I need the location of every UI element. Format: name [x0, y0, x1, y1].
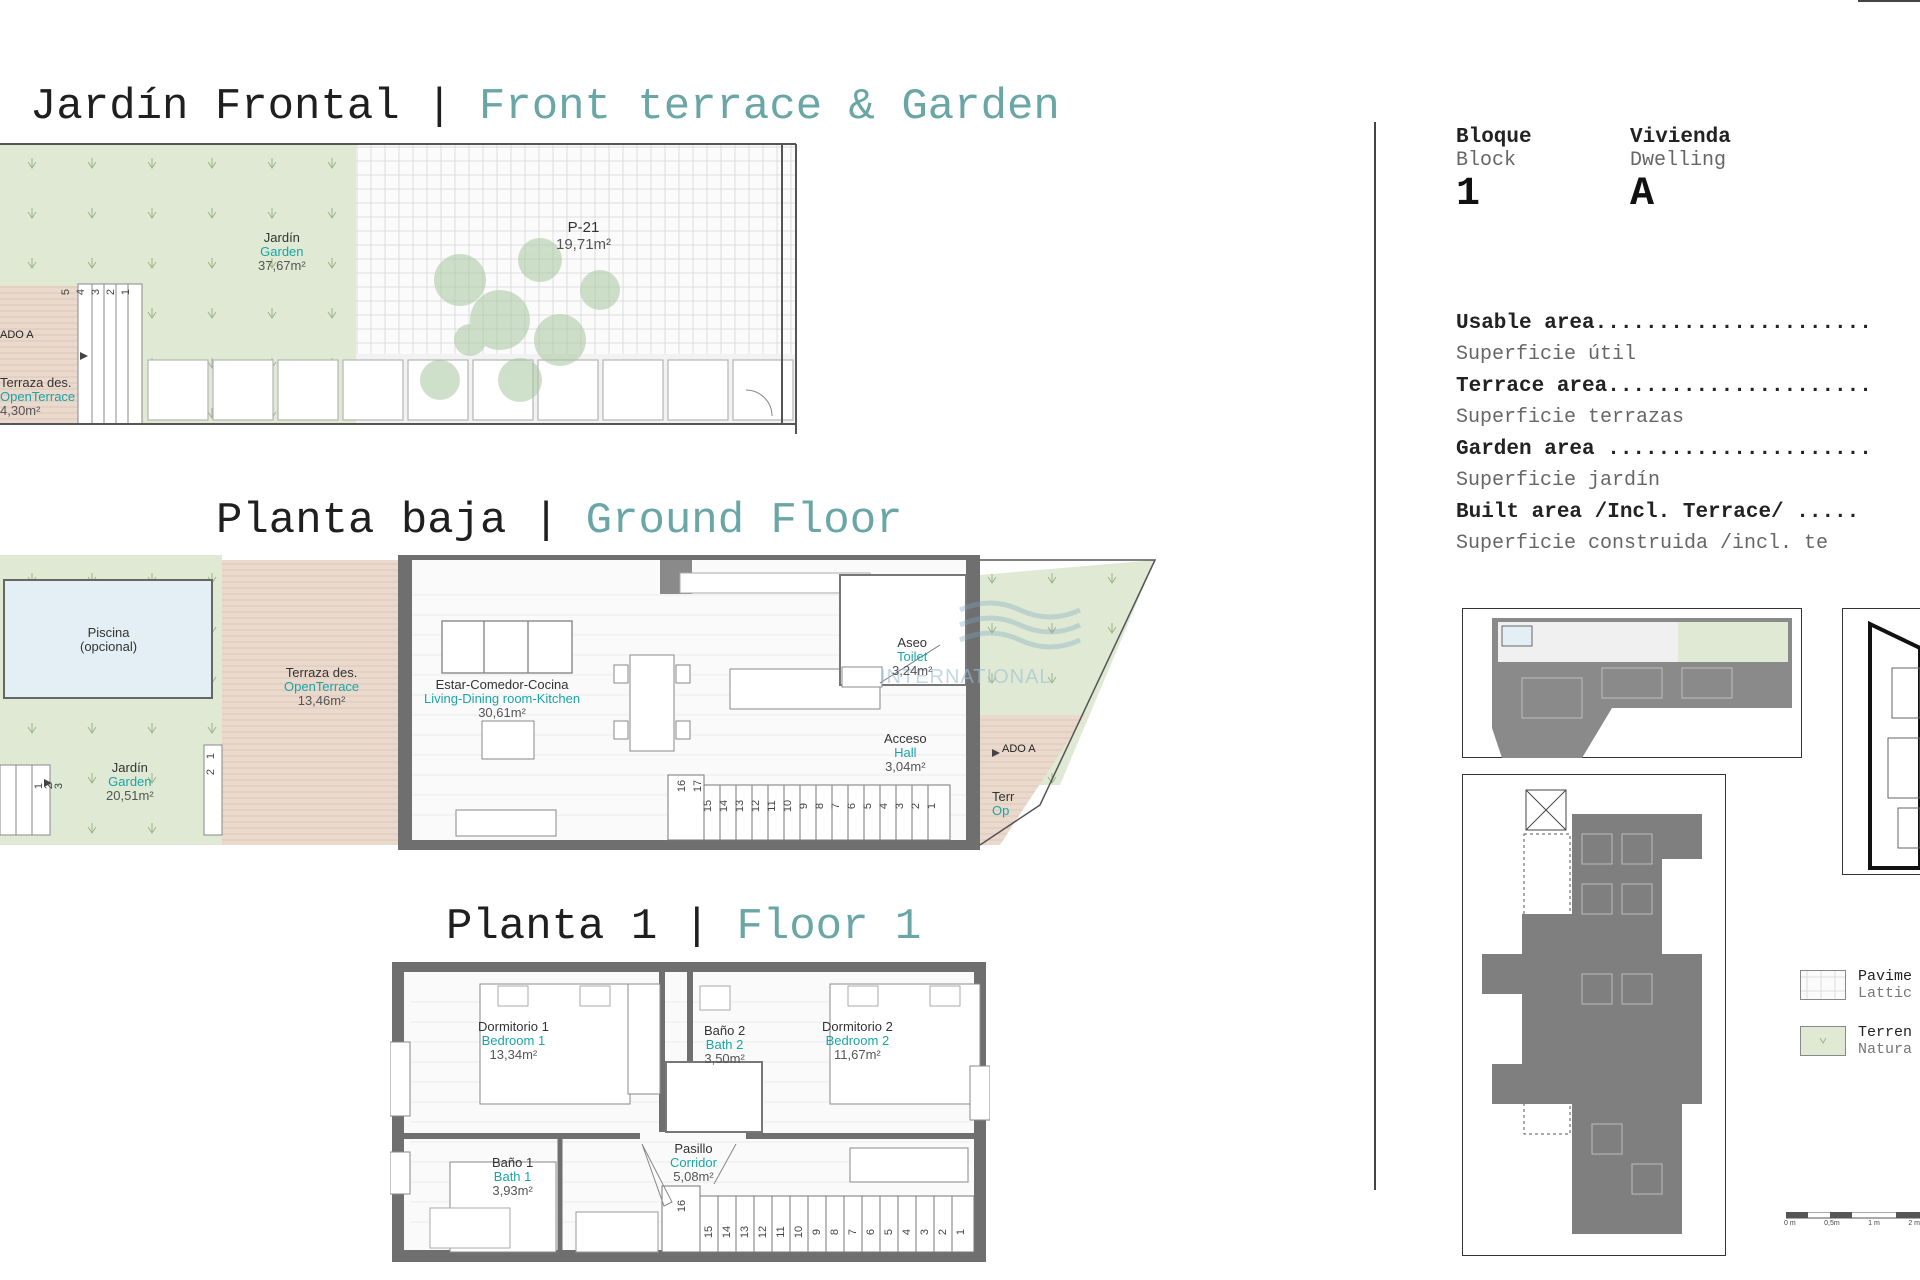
- side-step-numbers: 1 2: [205, 752, 218, 776]
- wardrobe-1: [627, 983, 661, 1095]
- building-plan-thumbnail: [1462, 774, 1726, 1256]
- built-area-row: Built area /Incl. Terrace/ .....: [1456, 501, 1860, 524]
- front-step-numbers: 5 4 3 2 1: [60, 288, 132, 296]
- scale-labels: 0 m 0,5m 1 m 2 m: [1784, 1220, 1920, 1227]
- block-heading: Bloque: [1456, 126, 1532, 149]
- sofa: [441, 620, 573, 674]
- front-terrace-label: Terraza des. OpenTerrace 4,30m²: [0, 375, 76, 418]
- dwelling-subheading: Dwelling: [1630, 149, 1727, 172]
- right-terrace: [980, 715, 1085, 845]
- garden-steps: [0, 764, 51, 836]
- legend: Pavime Lattic Terren Natura: [1800, 968, 1912, 1058]
- corner-mark: [1858, 0, 1920, 2]
- bedroom1-label: Dormitorio 1 Bedroom 1 13,34m²: [478, 1019, 549, 1062]
- grass-swatch-icon: [1800, 1026, 1846, 1056]
- p21-label: P-21 19,71m²: [556, 219, 612, 253]
- usable-area-row: Usable area......................: [1456, 312, 1872, 335]
- front-access-label: ADO A: [0, 329, 34, 341]
- front-steps: [77, 283, 143, 425]
- bedroom2-label: Dormitorio 2 Bedroom 2 11,67m²: [822, 1019, 893, 1062]
- lattice-swatch-icon: [1800, 970, 1846, 1000]
- legend-item-lattice: Pavime Lattic: [1800, 968, 1912, 1002]
- ground-stair-top-numbers: 16 17: [676, 779, 705, 793]
- coffee-table: [481, 720, 535, 760]
- bath1-label: Baño 1 Bath 1 3,93m²: [492, 1155, 534, 1198]
- terrace-area-es: Superficie terrazas: [1456, 406, 1685, 429]
- wardrobe-2: [849, 1147, 969, 1183]
- ground-access-label: ADO A: [1002, 743, 1036, 755]
- front-garden-label: Jardín Garden 37,67m²: [258, 230, 306, 273]
- bath-2-fixtures: [665, 1061, 763, 1133]
- garden-step-numbers: 1 2 3: [33, 782, 66, 790]
- living-label: Estar-Comedor-Cocina Living-Dining room-…: [424, 677, 581, 720]
- block-subheading: Block: [1456, 149, 1517, 172]
- pool-label: Piscina (opcional): [80, 625, 138, 654]
- dwelling-info: Vivienda Dwelling A: [1630, 126, 1731, 217]
- legend-item-grass: Terren Natura: [1800, 1024, 1912, 1058]
- terrace-area-row: Terrace area.....................: [1456, 375, 1872, 398]
- floor1-stair-numbers: 15 14 13 12 11 10 9 8 7 6 5 4 3 2 1: [703, 1225, 967, 1239]
- vertical-divider: [1374, 122, 1376, 1190]
- built-area-es: Superficie construida /incl. te: [1456, 532, 1829, 555]
- site-plan-thumbnail: [1842, 608, 1920, 875]
- ground-garden-label: Jardín Garden 20,51m²: [106, 760, 154, 803]
- bath2-label: Baño 2 Bath 2 3,50m²: [704, 1023, 746, 1066]
- front-garden-title: Jardín Frontal | Front terrace & Garden: [30, 82, 1060, 132]
- garden-area-es: Superficie jardín: [1456, 469, 1661, 492]
- floor1-stair-top-number: 16: [676, 1199, 689, 1213]
- key-plan-thumbnail: [1462, 608, 1802, 758]
- right-terrace-label: Terr Op: [992, 789, 1015, 818]
- ground-terrace-label: Terraza des. OpenTerrace 13,46m²: [284, 665, 360, 708]
- block-value: 1: [1456, 172, 1481, 217]
- corridor-label: Pasillo Corridor 5,08m²: [670, 1141, 717, 1184]
- tv-unit: [455, 809, 557, 837]
- floor1-plan: [390, 962, 990, 1262]
- usable-area-es: Superficie útil: [1456, 343, 1637, 366]
- dwelling-heading: Vivienda: [1630, 126, 1731, 149]
- hall-label: Acceso Hall 3,04m²: [884, 731, 927, 774]
- toilet-label: Aseo Toilet 3,24m²: [892, 635, 933, 678]
- balustrade: [575, 1211, 659, 1253]
- floor1-title: Planta 1 | Floor 1: [446, 902, 922, 952]
- block-info: Bloque Block 1: [1456, 126, 1532, 217]
- floor1-stairs: [661, 1185, 975, 1253]
- dwelling-value: A: [1630, 172, 1655, 217]
- garden-area-row: Garden area .....................: [1456, 438, 1872, 461]
- area-table: Usable area...................... Superf…: [1456, 308, 1920, 560]
- ground-stair-numbers: 15 14 13 12 11 10 9 8 7 6 5 4 3 2 1: [702, 799, 938, 813]
- ground-floor-title: Planta baja | Ground Floor: [216, 496, 903, 546]
